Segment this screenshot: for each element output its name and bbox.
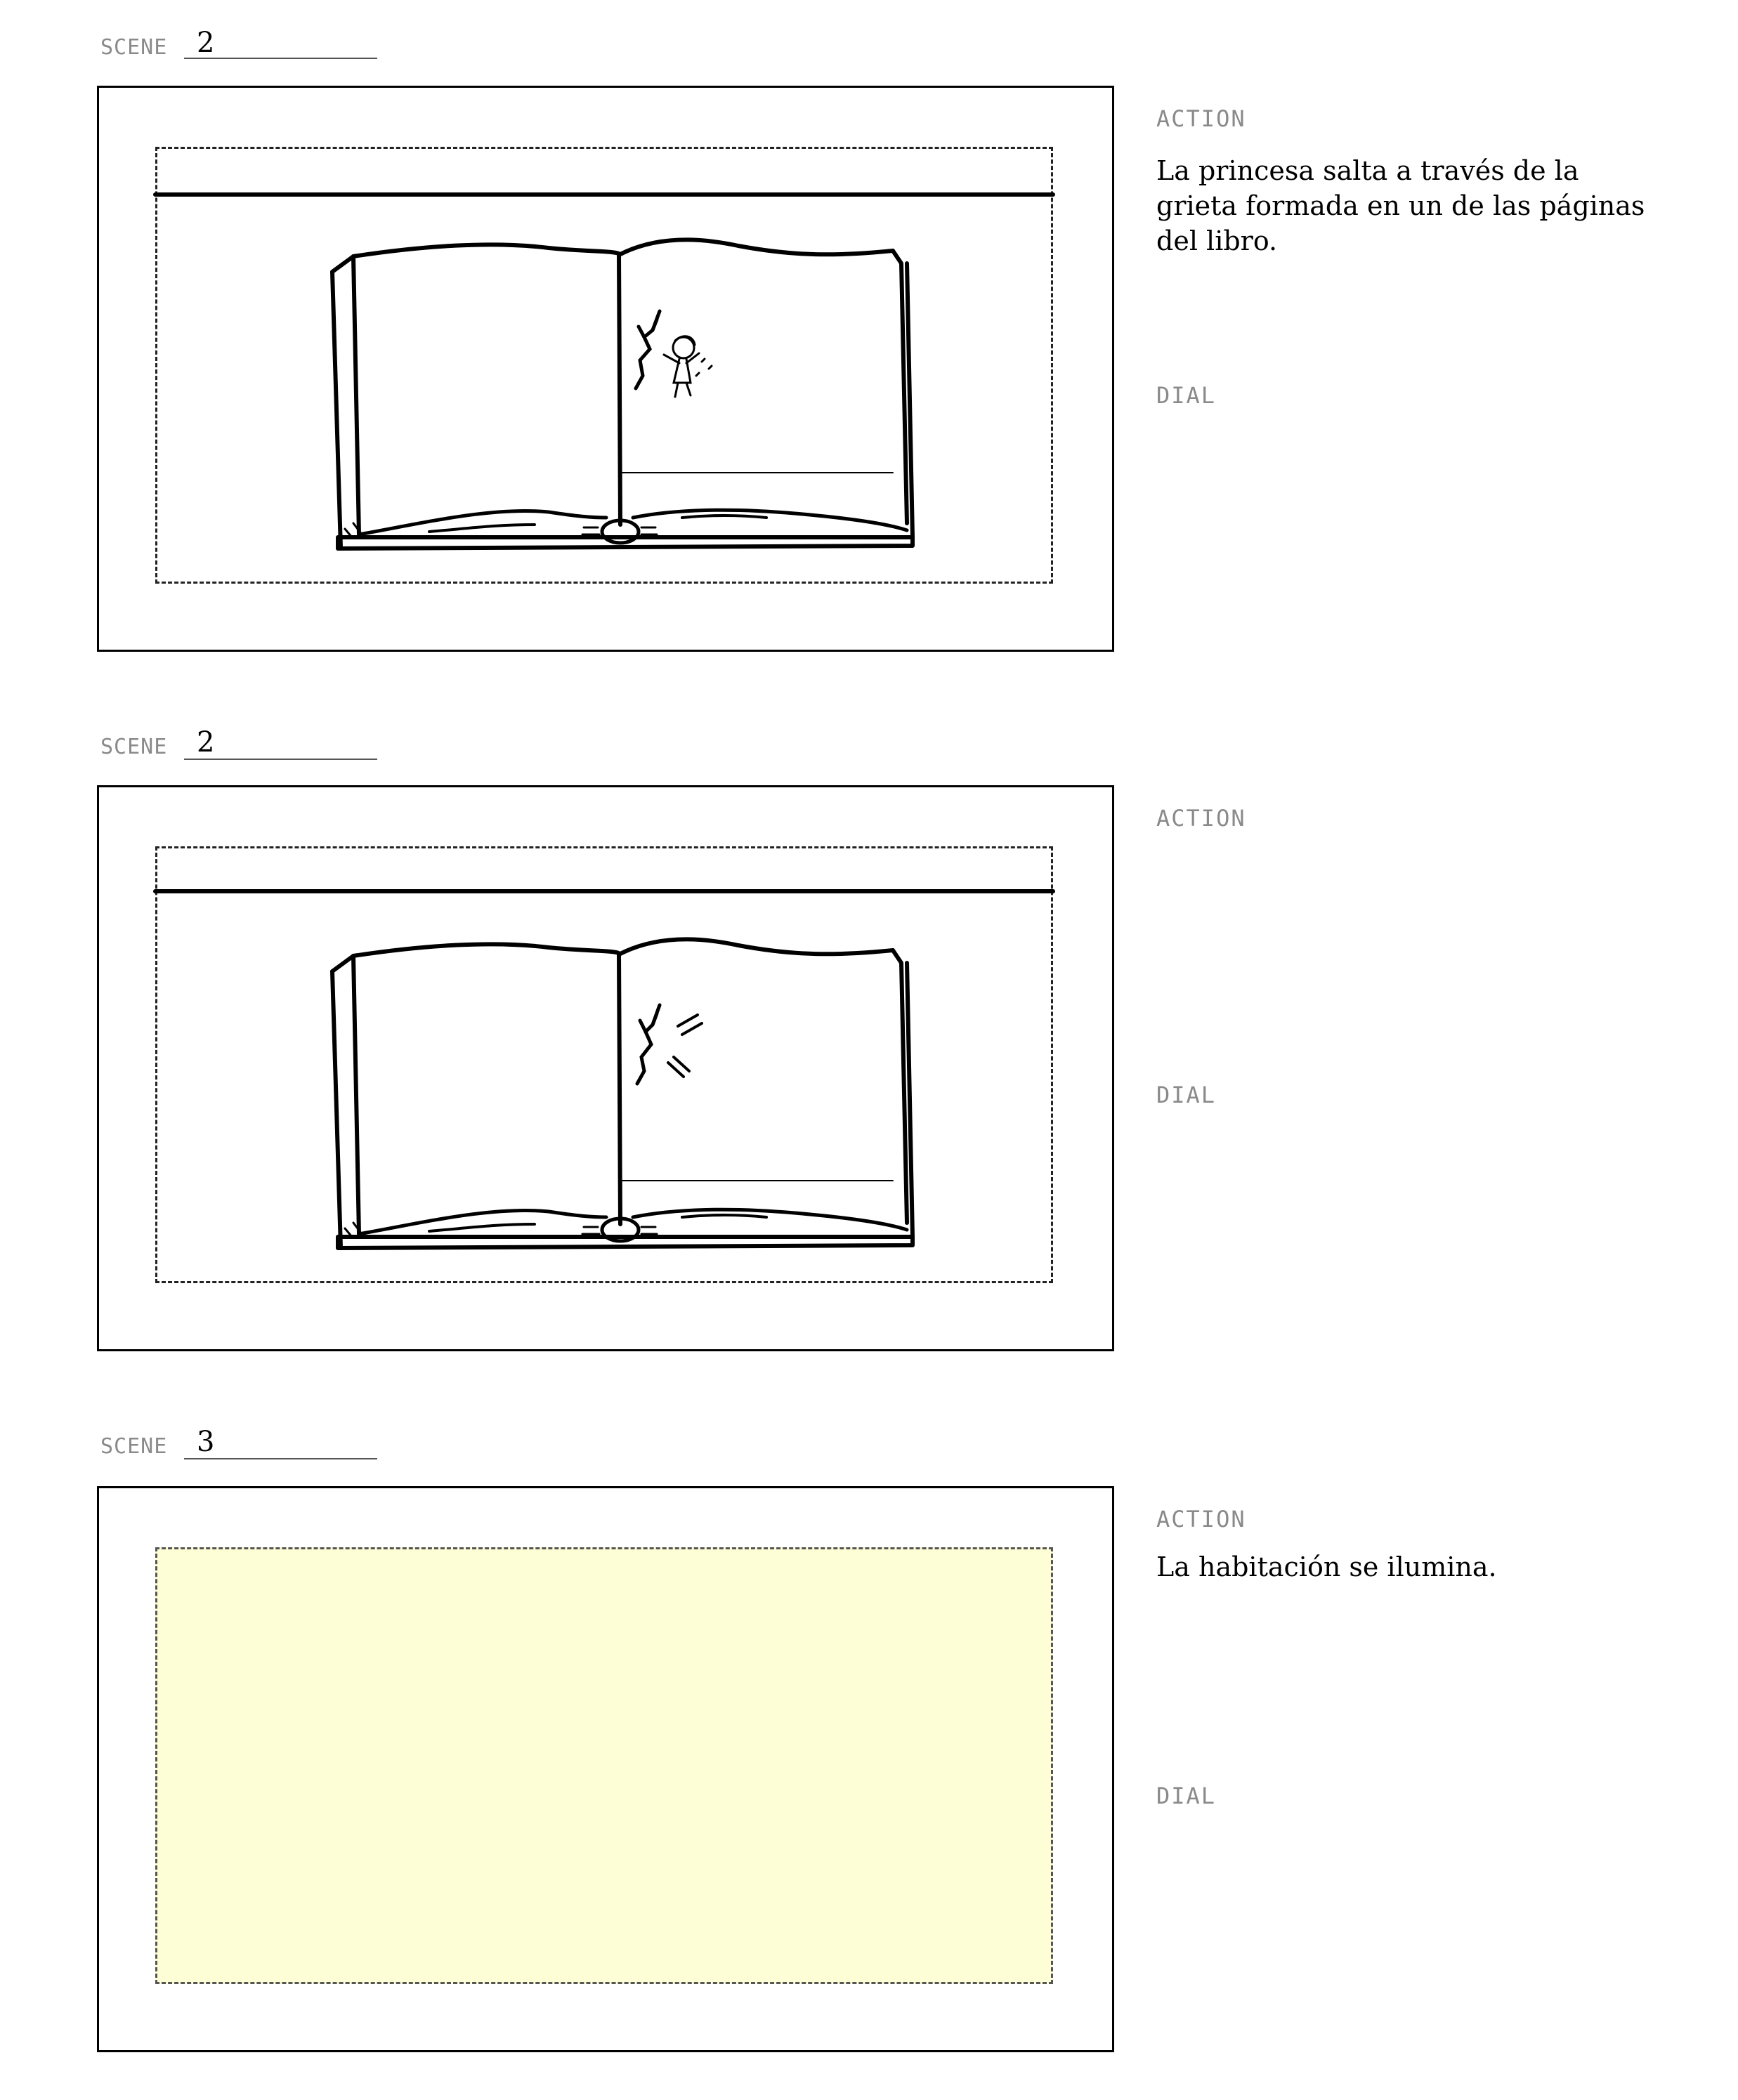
crack-drawing — [635, 1003, 662, 1086]
action-text: La habitación se ilumina. — [1156, 1551, 1497, 1582]
storyboard-frame — [97, 1486, 1114, 2052]
princess-figure — [662, 335, 713, 398]
action-text: La princesa salta a través de la grieta … — [1156, 155, 1645, 256]
scene-number: 2 — [197, 27, 215, 59]
scene-number-underline — [184, 58, 377, 59]
storyboard-frame — [97, 785, 1114, 1351]
scene-number: 2 — [197, 726, 215, 759]
dial-label: DIAL — [1156, 1082, 1217, 1108]
scene-number-underline — [184, 759, 377, 760]
light-burst-marks — [667, 1013, 703, 1078]
lit-room-area — [155, 1547, 1053, 1984]
dial-label: DIAL — [1156, 1783, 1217, 1809]
dial-label: DIAL — [1156, 382, 1217, 409]
action-label: ACTION — [1156, 805, 1246, 832]
scene-label: SCENE — [100, 1434, 168, 1459]
scene-number: 3 — [197, 1426, 215, 1458]
scene-number-underline — [184, 1458, 377, 1459]
storyboard-frame — [97, 86, 1114, 652]
action-label: ACTION — [1156, 1506, 1246, 1533]
scene-label: SCENE — [100, 735, 168, 759]
open-book-drawing — [153, 889, 1055, 1250]
open-book-drawing — [153, 192, 1055, 551]
action-label: ACTION — [1156, 105, 1246, 132]
scene-label: SCENE — [100, 35, 168, 60]
crack-drawing — [634, 309, 662, 391]
